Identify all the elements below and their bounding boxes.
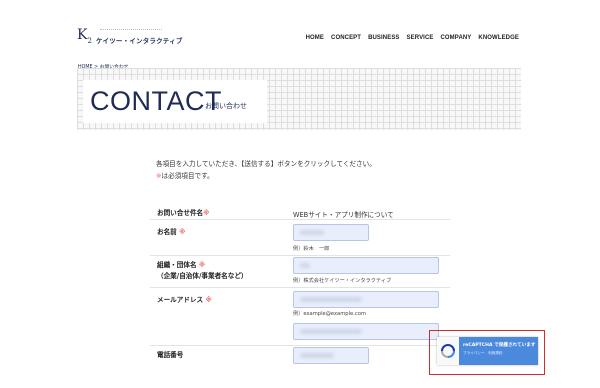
page-title: CONTACT <box>90 86 222 116</box>
nav-business[interactable]: BUSINESS <box>368 35 399 41</box>
logo-mark: K2 <box>77 27 92 45</box>
email-hint: 例）example@example.com <box>293 311 366 317</box>
organization-hint: 例）株式会社ケイツー・インタラクティブ <box>293 278 392 284</box>
form-row-subject: お問い合せ件名※ WEBサイト・アプリ制作について <box>150 204 450 220</box>
phone-input[interactable] <box>293 347 369 364</box>
instructions-line: 各項目を入力していただき、【送信する】ボタンをクリックしてください。 <box>156 160 376 168</box>
form-row-email: メールアドレス ※ 例）example@example.com <box>150 288 450 346</box>
nav-company[interactable]: COMPANY <box>440 35 471 41</box>
subject-label: お問い合せ件名※ <box>157 209 210 217</box>
nav-home[interactable]: HOME <box>306 35 324 41</box>
site-logo[interactable]: K2 ケイツー・インタラクティブ <box>77 27 183 48</box>
recaptcha-title: reCAPTCHA で保護されています <box>463 343 536 348</box>
form-instructions: 各項目を入力していただき、【送信する】ボタンをクリックしてください。 ※は必須項… <box>156 158 376 182</box>
organization-label: 組織・団体名 ※ （企業/自治体/事業者名など） <box>157 261 248 280</box>
site-header: K2 ケイツー・インタラクティブ HOME CONCEPT BUSINESS S… <box>0 0 600 62</box>
form-row-name: お名前 ※ 例）鈴木 一郎 <box>150 220 450 256</box>
email-confirm-input[interactable] <box>293 323 439 340</box>
subject-value: WEBサイト・アプリ制作について <box>293 211 394 219</box>
logo-name: ケイツー・インタラクティブ <box>95 37 183 45</box>
recaptcha-links[interactable]: プライバシー - 利用規約 <box>463 351 502 356</box>
name-input[interactable] <box>293 224 369 241</box>
email-input[interactable] <box>293 291 439 308</box>
nav-concept[interactable]: CONCEPT <box>331 35 361 41</box>
main-nav: HOME CONCEPT BUSINESS SERVICE COMPANY KN… <box>306 35 519 41</box>
form-row-organization: 組織・団体名 ※ （企業/自治体/事業者名など） 例）株式会社ケイツー・インタラ… <box>150 256 450 288</box>
organization-input[interactable] <box>293 257 439 274</box>
logo-tagline-decoration <box>100 29 162 31</box>
name-label: お名前 ※ <box>157 228 186 236</box>
form-row-phone: 電話番号 <box>150 346 450 368</box>
nav-knowledge[interactable]: KNOWLEDGE <box>478 35 519 41</box>
required-note: ※は必須項目です。 <box>156 172 214 180</box>
email-label: メールアドレス ※ <box>157 296 212 304</box>
recaptcha-badge[interactable]: reCAPTCHA で保護されています プライバシー - 利用規約 <box>437 337 538 365</box>
nav-service[interactable]: SERVICE <box>407 35 434 41</box>
page-subtitle: お問い合わせ <box>205 102 247 110</box>
recaptcha-icon <box>437 337 459 365</box>
phone-label: 電話番号 <box>157 351 184 359</box>
name-hint: 例）鈴木 一郎 <box>293 246 330 252</box>
